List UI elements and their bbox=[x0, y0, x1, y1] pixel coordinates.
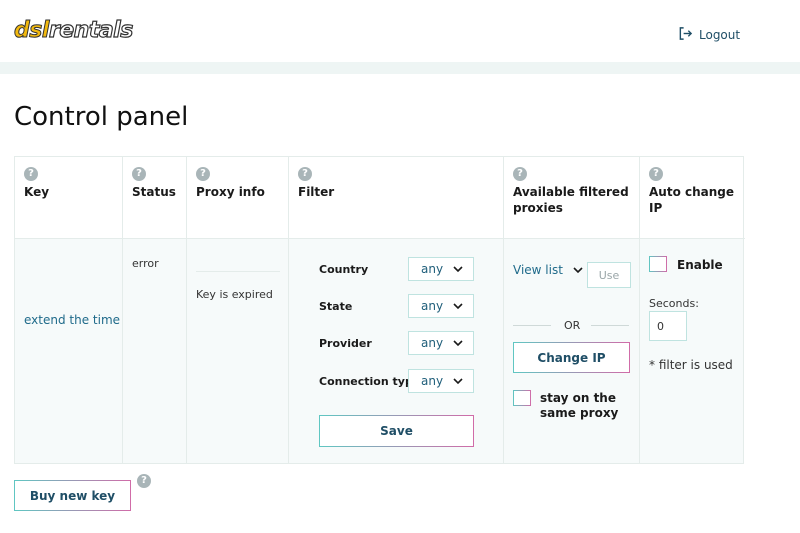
header-filter: Filter bbox=[298, 185, 335, 199]
or-divider-right bbox=[591, 325, 629, 326]
header-proxy-info: Proxy info bbox=[196, 185, 265, 199]
buy-new-key-button[interactable]: Buy new key bbox=[14, 480, 131, 511]
use-button[interactable]: Use bbox=[587, 262, 631, 288]
view-list-label: View list bbox=[513, 263, 563, 277]
column-status: ? Status error bbox=[123, 157, 187, 463]
header-auto-change: Auto change IP bbox=[649, 185, 735, 215]
column-auto-change-ip: ? Auto change IP Enable Seconds: 0 * fil… bbox=[640, 157, 744, 463]
seconds-input[interactable]: 0 bbox=[649, 311, 687, 341]
chevron-down-icon bbox=[453, 266, 463, 273]
status-value: error bbox=[132, 257, 159, 270]
enable-auto-change-checkbox[interactable] bbox=[649, 256, 667, 272]
connection-type-select[interactable]: any bbox=[408, 369, 474, 393]
top-header: dslrentals Logout bbox=[0, 0, 800, 62]
header-available-line1: Available filtered bbox=[513, 185, 629, 199]
proxy-info-value: Key is expired bbox=[196, 288, 273, 301]
chevron-down-icon bbox=[453, 378, 463, 385]
logout-label: Logout bbox=[699, 28, 741, 42]
control-panel-table: ? Key extend the time ? Status error ? P… bbox=[14, 156, 745, 464]
or-divider-left bbox=[513, 325, 551, 326]
help-icon-auto-change[interactable]: ? bbox=[649, 167, 663, 181]
connection-type-label: Connection type bbox=[319, 375, 421, 388]
provider-select-value: any bbox=[421, 336, 444, 350]
logo-text-rentals: rentals bbox=[48, 17, 134, 43]
page-title: Control panel bbox=[14, 102, 189, 132]
proxy-info-divider bbox=[196, 271, 280, 272]
column-key: ? Key extend the time bbox=[15, 157, 123, 463]
logout-icon bbox=[678, 26, 693, 44]
country-label: Country bbox=[319, 263, 369, 276]
help-icon-available-proxies[interactable]: ? bbox=[513, 167, 527, 181]
column-proxy-info: ? Proxy info Key is expired bbox=[187, 157, 289, 463]
stay-same-proxy-checkbox[interactable] bbox=[513, 390, 531, 406]
column-available-proxies: ? Available filtered proxies View list U… bbox=[504, 157, 640, 463]
save-filter-button[interactable]: Save bbox=[319, 415, 474, 447]
view-list-dropdown[interactable]: View list bbox=[513, 263, 583, 277]
provider-select[interactable]: any bbox=[408, 331, 474, 355]
header-available-line2: proxies bbox=[513, 201, 563, 215]
state-select[interactable]: any bbox=[408, 294, 474, 318]
chevron-down-icon bbox=[453, 340, 463, 347]
column-filter: ? Filter Country any State any Provider … bbox=[289, 157, 504, 463]
seconds-input-value: 0 bbox=[657, 319, 664, 333]
chevron-down-icon bbox=[573, 267, 583, 274]
enable-label: Enable bbox=[677, 258, 723, 272]
country-select-value: any bbox=[421, 262, 444, 276]
help-icon-filter[interactable]: ? bbox=[298, 167, 312, 181]
header-key: Key bbox=[24, 185, 50, 199]
filter-used-note: * filter is used bbox=[649, 358, 733, 372]
help-icon-status[interactable]: ? bbox=[132, 167, 146, 181]
help-icon-key[interactable]: ? bbox=[24, 167, 38, 181]
logout-button[interactable]: Logout bbox=[678, 26, 740, 44]
header-status: Status bbox=[132, 185, 176, 199]
stay-label-line1: stay on the bbox=[540, 391, 616, 405]
state-label: State bbox=[319, 300, 353, 313]
logo-text-dsl: dsl bbox=[14, 18, 50, 44]
provider-label: Provider bbox=[319, 337, 372, 350]
or-label: OR bbox=[564, 319, 581, 332]
country-select[interactable]: any bbox=[408, 257, 474, 281]
connection-type-select-value: any bbox=[421, 374, 444, 388]
header-divider-band bbox=[0, 62, 800, 74]
dslrentals-logo[interactable]: dslrentals bbox=[14, 17, 134, 44]
extend-time-link[interactable]: extend the time bbox=[24, 313, 120, 327]
stay-label-line2: same proxy bbox=[540, 406, 619, 420]
change-ip-button[interactable]: Change IP bbox=[513, 342, 630, 373]
seconds-label: Seconds: bbox=[649, 297, 699, 310]
chevron-down-icon bbox=[453, 303, 463, 310]
help-icon-proxy-info[interactable]: ? bbox=[196, 167, 210, 181]
help-icon-buy-key[interactable]: ? bbox=[137, 474, 151, 488]
state-select-value: any bbox=[421, 299, 444, 313]
